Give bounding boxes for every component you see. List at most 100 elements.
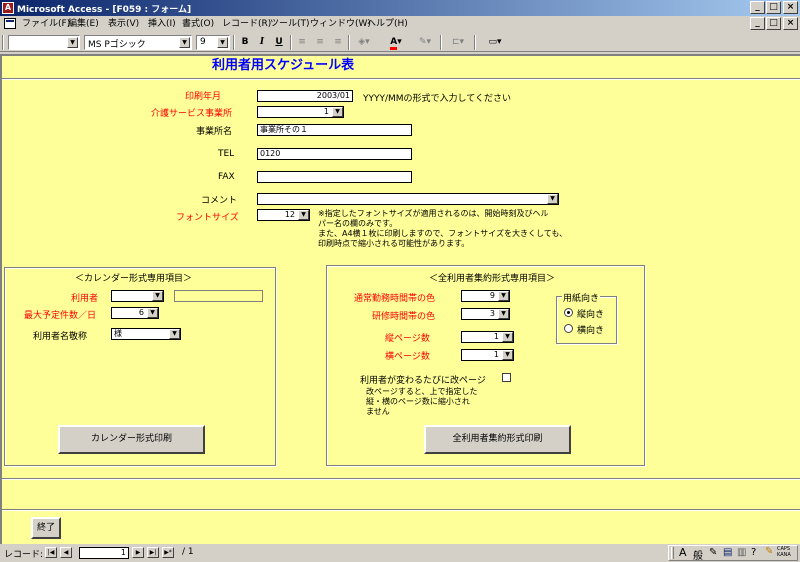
doc-minimize-button[interactable]: _ xyxy=(750,17,765,30)
menu-edit[interactable]: 編集(E) xyxy=(68,17,99,31)
office-name-label: 事業所名 xyxy=(196,127,233,137)
chevron-down-icon[interactable]: ▼ xyxy=(332,107,343,117)
menu-records[interactable]: レコード(R) xyxy=(222,17,271,31)
maximize-button[interactable]: □ xyxy=(766,1,781,14)
chevron-down-icon[interactable]: ▼ xyxy=(152,291,163,301)
max-planned-label: 最大予定件数／日 xyxy=(24,311,97,321)
user-select[interactable]: ▼ xyxy=(111,290,164,302)
underline-button[interactable]: U xyxy=(271,35,287,50)
ime-conversion-icon[interactable]: 般 xyxy=(693,547,703,562)
menu-file[interactable]: ファイル(F) xyxy=(22,17,70,31)
first-record-icon[interactable]: |◀ xyxy=(45,547,57,558)
ime-pad-icon[interactable]: ✎ xyxy=(709,547,717,558)
special-effect-icon[interactable]: ▭▾ xyxy=(478,35,512,50)
horizontal-pages-select[interactable]: 1 ▼ xyxy=(461,349,514,361)
menu-format[interactable]: 書式(O) xyxy=(182,17,214,31)
chevron-down-icon[interactable]: ▼ xyxy=(67,37,78,48)
new-record-icon[interactable]: ▶* xyxy=(162,547,174,558)
chevron-down-icon[interactable]: ▼ xyxy=(179,37,190,48)
doc-close-button[interactable]: × xyxy=(783,17,798,30)
close-button[interactable]: × xyxy=(783,1,798,14)
training-color-value: 3 xyxy=(489,309,495,318)
menu-insert[interactable]: 挿入(I) xyxy=(148,17,176,31)
caps-kana-indicator: CAPS KANA xyxy=(777,546,791,558)
chevron-down-icon[interactable]: ▼ xyxy=(147,308,158,318)
chevron-down-icon[interactable]: ▼ xyxy=(298,210,309,220)
fax-label: FAX xyxy=(218,172,235,182)
ime-mode-icon[interactable]: A xyxy=(679,546,687,559)
user-honorific-label: 利用者名敬称 xyxy=(33,332,88,342)
user-honorific-select[interactable]: 様 ▼ xyxy=(111,328,181,340)
chevron-down-icon[interactable]: ▼ xyxy=(502,350,513,360)
font-size-label: フォントサイズ xyxy=(176,213,239,223)
align-left-icon[interactable]: ≡ xyxy=(294,35,310,50)
exit-button[interactable]: 終了 xyxy=(31,517,61,539)
menu-help[interactable]: ヘルプ(H) xyxy=(367,17,408,31)
align-center-icon[interactable]: ≡ xyxy=(312,35,328,50)
object-combo[interactable]: ▼ xyxy=(8,35,80,50)
ime-tools-icon[interactable]: ▥ xyxy=(737,547,746,558)
font-size-field-value: 12 xyxy=(284,210,295,219)
minimize-button[interactable]: _ xyxy=(750,1,765,14)
line-color-icon[interactable]: ✎▾ xyxy=(413,35,437,50)
fill-color-icon[interactable]: ◈▾ xyxy=(353,35,375,50)
font-size-select[interactable]: 12 ▼ xyxy=(257,209,310,221)
ime-settings-icon[interactable]: ✎ xyxy=(765,546,773,557)
horizontal-pages-value: 1 xyxy=(493,350,499,359)
ime-dictionary-icon[interactable]: ▤ xyxy=(723,547,732,558)
fax-input[interactable] xyxy=(257,171,412,183)
user-label: 利用者 xyxy=(71,294,99,304)
max-planned-select[interactable]: 6 ▼ xyxy=(111,307,159,319)
office-name-input[interactable]: 事業所その１ xyxy=(257,124,412,136)
chevron-down-icon[interactable]: ▼ xyxy=(547,194,558,204)
chevron-down-icon[interactable]: ▼ xyxy=(498,291,509,301)
font-color-icon: A xyxy=(390,37,398,50)
care-service-value: 1 xyxy=(323,107,329,116)
normal-color-select[interactable]: 9 ▼ xyxy=(461,290,510,302)
portrait-label: 縦向き xyxy=(577,310,605,320)
comment-label: コメント xyxy=(201,196,238,206)
tel-input[interactable]: 0120 xyxy=(257,148,412,160)
menu-bar: ファイル(F) 編集(E) 表示(V) 挿入(I) 書式(O) レコード(R) … xyxy=(0,16,800,32)
portrait-radio[interactable] xyxy=(564,308,573,317)
chevron-down-icon[interactable]: ▼ xyxy=(169,329,180,339)
comment-select[interactable]: ▼ xyxy=(257,193,559,205)
calendar-print-button[interactable]: カレンダー形式印刷 xyxy=(58,425,205,454)
chevron-down-icon[interactable]: ▼ xyxy=(498,309,509,319)
line-width-icon[interactable]: ⊏▾ xyxy=(446,35,470,50)
align-right-icon[interactable]: ≡ xyxy=(330,35,346,50)
font-color-button[interactable]: A▾ xyxy=(384,35,408,50)
care-service-select[interactable]: 1 ▼ xyxy=(257,106,344,118)
landscape-radio[interactable] xyxy=(564,324,573,333)
vertical-pages-select[interactable]: 1 ▼ xyxy=(461,331,514,343)
calendar-group-title: ＜カレンダー形式専用項目＞ xyxy=(75,274,193,284)
last-record-icon[interactable]: ▶| xyxy=(147,547,159,558)
form-document-icon[interactable] xyxy=(4,18,16,29)
record-total: / 1 xyxy=(182,547,194,557)
menu-view[interactable]: 表示(V) xyxy=(108,17,139,31)
menu-window[interactable]: ウィンドウ(W) xyxy=(310,17,371,31)
page-break-checkbox[interactable] xyxy=(502,373,511,382)
care-service-label: 介護サービス事業所 xyxy=(151,109,233,119)
menu-tools[interactable]: ツール(T) xyxy=(270,17,310,31)
font-name-combo[interactable]: MS Pゴシック ▼ xyxy=(84,35,192,50)
chevron-down-icon[interactable]: ▼ xyxy=(502,332,513,342)
next-record-icon[interactable]: ▶ xyxy=(132,547,144,558)
doc-restore-button[interactable]: □ xyxy=(766,17,781,30)
current-record-input[interactable]: 1 xyxy=(79,547,129,559)
access-icon[interactable]: A xyxy=(2,2,14,14)
bold-button[interactable]: B xyxy=(237,35,253,50)
training-color-select[interactable]: 3 ▼ xyxy=(461,308,510,320)
user-honorific-value: 様 xyxy=(114,329,122,338)
previous-record-icon[interactable]: ◀ xyxy=(60,547,72,558)
window-title: Microsoft Access - [F059 : フォーム] xyxy=(17,5,192,15)
title-bar: A Microsoft Access - [F059 : フォーム] _ □ × xyxy=(0,0,800,16)
summary-print-button[interactable]: 全利用者集約形式印刷 xyxy=(424,425,571,454)
print-month-input[interactable]: 2003/01 xyxy=(257,90,353,102)
italic-button[interactable]: I xyxy=(254,35,270,50)
chevron-down-icon[interactable]: ▼ xyxy=(217,37,228,48)
kana-indicator: KANA xyxy=(777,552,791,558)
ime-help-icon[interactable]: ? xyxy=(751,547,756,558)
font-size-combo[interactable]: 9 ▼ xyxy=(196,35,230,50)
normal-color-label: 通常勤務時間帯の色 xyxy=(354,294,436,304)
